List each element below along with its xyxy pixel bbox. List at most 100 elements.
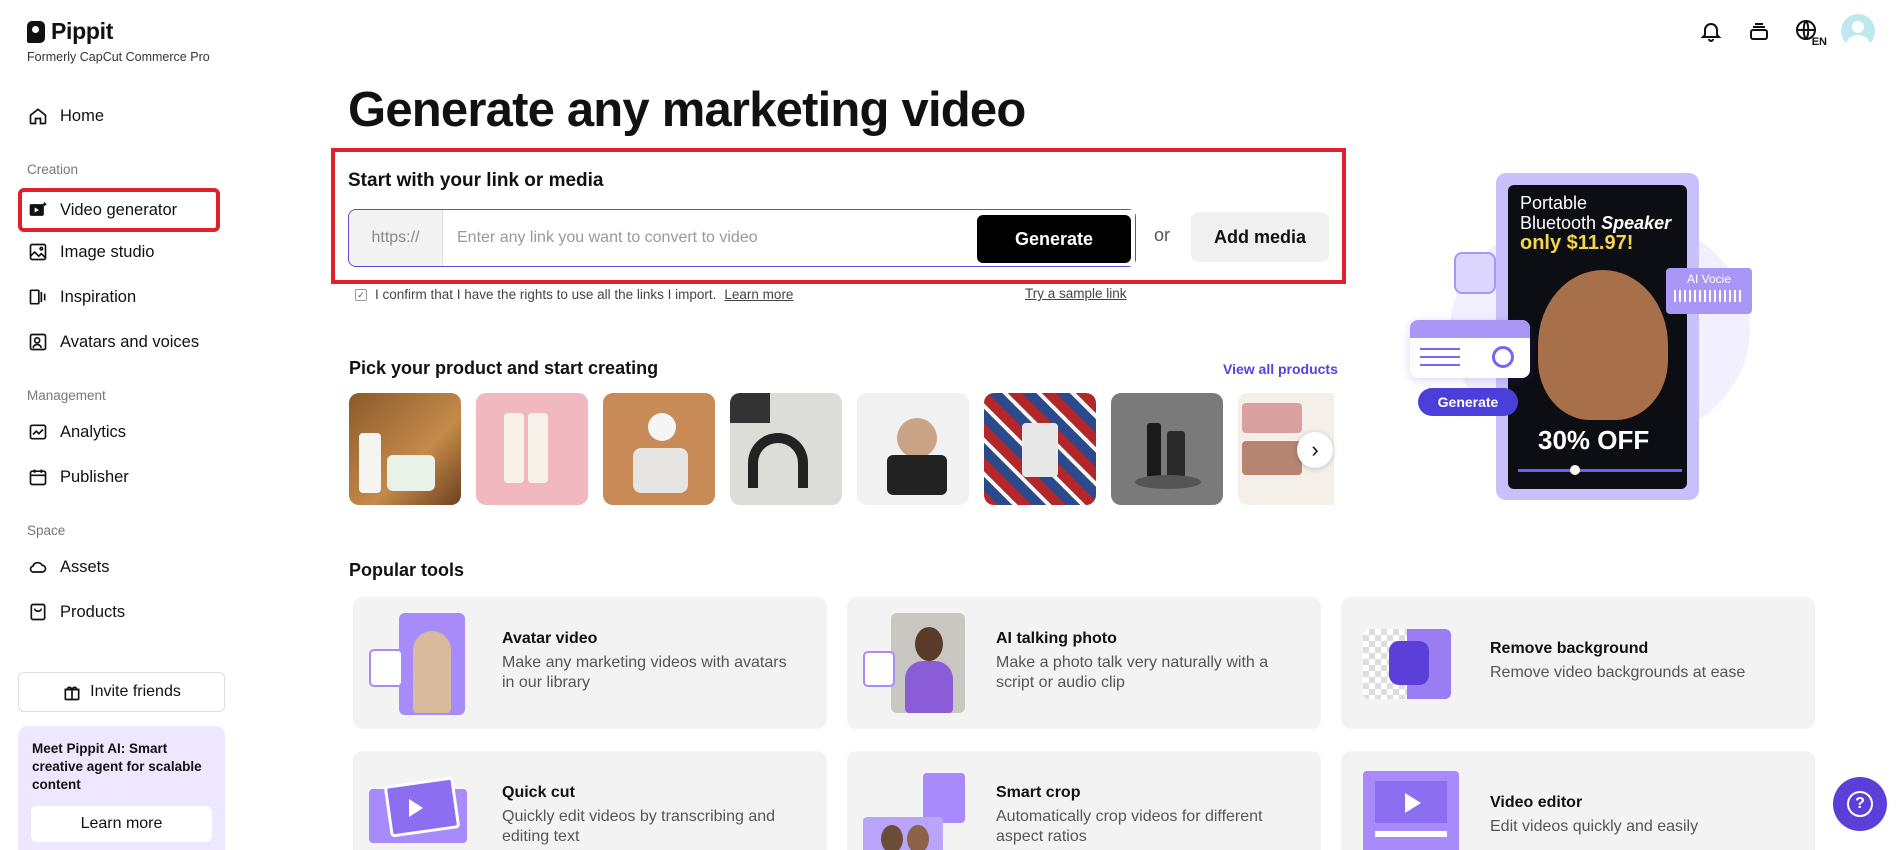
avatar-icon xyxy=(28,332,48,352)
product-carousel xyxy=(349,393,1334,505)
confirm-text: I confirm that I have the rights to use … xyxy=(375,287,717,302)
carousel-next-button[interactable]: › xyxy=(1297,432,1333,468)
section-space: Space xyxy=(27,523,66,538)
popular-tools-title: Popular tools xyxy=(349,560,465,580)
pick-product-title: Pick your product and start creating xyxy=(349,358,659,378)
sidebar-item-label: Assets xyxy=(60,557,110,576)
tool-card-smart-crop[interactable]: Smart crop Automatically crop videos for… xyxy=(847,751,1321,850)
sidebar-item-label: Home xyxy=(60,106,105,125)
headset-icon xyxy=(1454,252,1496,294)
sidebar-item-label: Analytics xyxy=(60,422,127,441)
tool-card-remove-background[interactable]: Remove background Remove video backgroun… xyxy=(1341,597,1815,729)
tool-title: Avatar video xyxy=(502,630,598,647)
sidebar-item-avatars-voices[interactable]: Avatars and voices xyxy=(18,320,220,364)
image-studio-icon xyxy=(28,242,48,262)
ai-voice-tag: AI Vocie xyxy=(1666,268,1752,314)
hero-discount: 30% OFF xyxy=(1538,425,1650,455)
sidebar-item-analytics[interactable]: Analytics xyxy=(18,410,220,454)
or-separator: or xyxy=(1154,225,1171,245)
waveform-icon xyxy=(1674,290,1744,302)
view-all-products-link[interactable]: View all products xyxy=(1223,361,1338,377)
sidebar-item-label: Products xyxy=(60,602,126,621)
tool-description: Quickly edit videos by transcribing and … xyxy=(502,808,776,845)
hero-illustration: Portable Bluetooth Speaker only $11.97! … xyxy=(1410,160,1770,520)
sidebar-item-publisher[interactable]: Publisher xyxy=(18,455,220,499)
hero-line-2-italic: Speaker xyxy=(1601,213,1672,233)
calendar-icon xyxy=(28,467,48,487)
confirm-learn-more-link[interactable]: Learn more xyxy=(724,287,793,302)
section-management: Management xyxy=(27,388,106,403)
tool-card-ai-talking-photo[interactable]: AI talking photo Make a photo talk very … xyxy=(847,597,1321,729)
header-actions: EN xyxy=(1697,14,1875,48)
video-progress-track xyxy=(1518,469,1682,472)
chevron-right-icon: › xyxy=(1311,437,1319,462)
avatar-video-thumbnail xyxy=(367,611,471,715)
hero-line-1: Portable xyxy=(1520,193,1588,213)
user-avatar[interactable] xyxy=(1841,14,1875,48)
try-sample-link[interactable]: Try a sample link xyxy=(1025,286,1127,301)
analytics-icon xyxy=(28,422,48,442)
add-media-button[interactable]: Add media xyxy=(1191,212,1329,262)
quick-cut-thumbnail xyxy=(367,765,471,850)
sidebar-item-label: Publisher xyxy=(60,467,129,486)
section-creation: Creation xyxy=(27,162,79,177)
invite-friends-button[interactable]: Invite friends xyxy=(18,672,225,712)
hero-headline: Portable Bluetooth Speaker xyxy=(1520,193,1671,233)
tool-description: Make any marketing videos with avatars i… xyxy=(502,654,787,691)
invite-friends-label: Invite friends xyxy=(90,683,181,700)
lines-icon xyxy=(1420,348,1460,350)
cloud-icon xyxy=(28,557,48,577)
start-label: Start with your link or media xyxy=(348,170,604,191)
video-editor-thumbnail xyxy=(1355,765,1459,850)
sidebar-item-video-generator[interactable]: Video generator xyxy=(18,188,220,232)
sidebar: Pippit Formerly CapCut Commerce Pro Home… xyxy=(0,0,240,850)
sidebar-item-inspiration[interactable]: Inspiration xyxy=(18,275,220,319)
sidebar-item-home[interactable]: Home xyxy=(18,94,220,138)
help-button[interactable]: ? xyxy=(1833,777,1887,831)
model-face xyxy=(1538,270,1668,420)
pippit-logo-icon xyxy=(27,20,45,43)
product-thumb[interactable] xyxy=(984,393,1096,505)
talking-photo-thumbnail xyxy=(861,611,965,715)
link-icon xyxy=(1492,346,1514,368)
remove-background-thumbnail xyxy=(1355,611,1459,715)
sidebar-item-label: Video generator xyxy=(60,200,178,219)
tool-card-video-editor[interactable]: Video editor Edit videos quickly and eas… xyxy=(1341,751,1815,850)
product-thumb[interactable] xyxy=(730,393,842,505)
product-box-icon xyxy=(28,602,48,622)
smart-crop-thumbnail xyxy=(861,765,965,850)
tool-title: Smart crop xyxy=(996,784,1081,801)
url-prefix: https:// xyxy=(349,210,443,266)
brand-logo[interactable]: Pippit xyxy=(27,18,113,45)
url-input-group: https:// Generate xyxy=(348,209,1136,267)
sidebar-item-assets[interactable]: Assets xyxy=(18,545,220,589)
tool-title: Video editor xyxy=(1490,794,1583,811)
confirm-checkbox[interactable]: ✓ xyxy=(355,288,367,301)
bell-icon[interactable] xyxy=(1697,17,1725,45)
product-thumb[interactable] xyxy=(857,393,969,505)
promo-card: Meet Pippit AI: Smart creative agent for… xyxy=(18,726,225,850)
product-thumb[interactable] xyxy=(1111,393,1223,505)
tool-card-quick-cut[interactable]: Quick cut Quickly edit videos by transcr… xyxy=(353,751,827,850)
stack-icon[interactable] xyxy=(1745,17,1773,45)
globe-language-icon[interactable]: EN xyxy=(1793,17,1827,48)
tool-description: Edit videos quickly and easily xyxy=(1490,818,1699,835)
tool-description: Automatically crop videos for different … xyxy=(996,808,1263,845)
video-generator-icon xyxy=(28,200,48,220)
product-thumb[interactable] xyxy=(349,393,461,505)
product-thumb[interactable] xyxy=(476,393,588,505)
gift-icon xyxy=(62,682,82,702)
hero-price: only $11.97! xyxy=(1520,232,1634,254)
promo-title: Meet Pippit AI: xyxy=(32,741,126,756)
product-thumb[interactable] xyxy=(603,393,715,505)
tool-title: Quick cut xyxy=(502,784,575,801)
ai-voice-label: AI Vocie xyxy=(1686,272,1732,286)
brand-subtitle: Formerly CapCut Commerce Pro xyxy=(27,50,210,64)
tool-card-avatar-video[interactable]: Avatar video Make any marketing videos w… xyxy=(353,597,827,729)
sidebar-item-products[interactable]: Products xyxy=(18,590,220,634)
generate-button[interactable]: Generate xyxy=(977,215,1131,263)
sidebar-item-image-studio[interactable]: Image studio xyxy=(18,230,220,274)
learn-more-button[interactable]: Learn more xyxy=(31,806,212,842)
promo-text: Meet Pippit AI: Smart creative agent for… xyxy=(32,740,211,794)
language-code: EN xyxy=(1811,36,1827,48)
